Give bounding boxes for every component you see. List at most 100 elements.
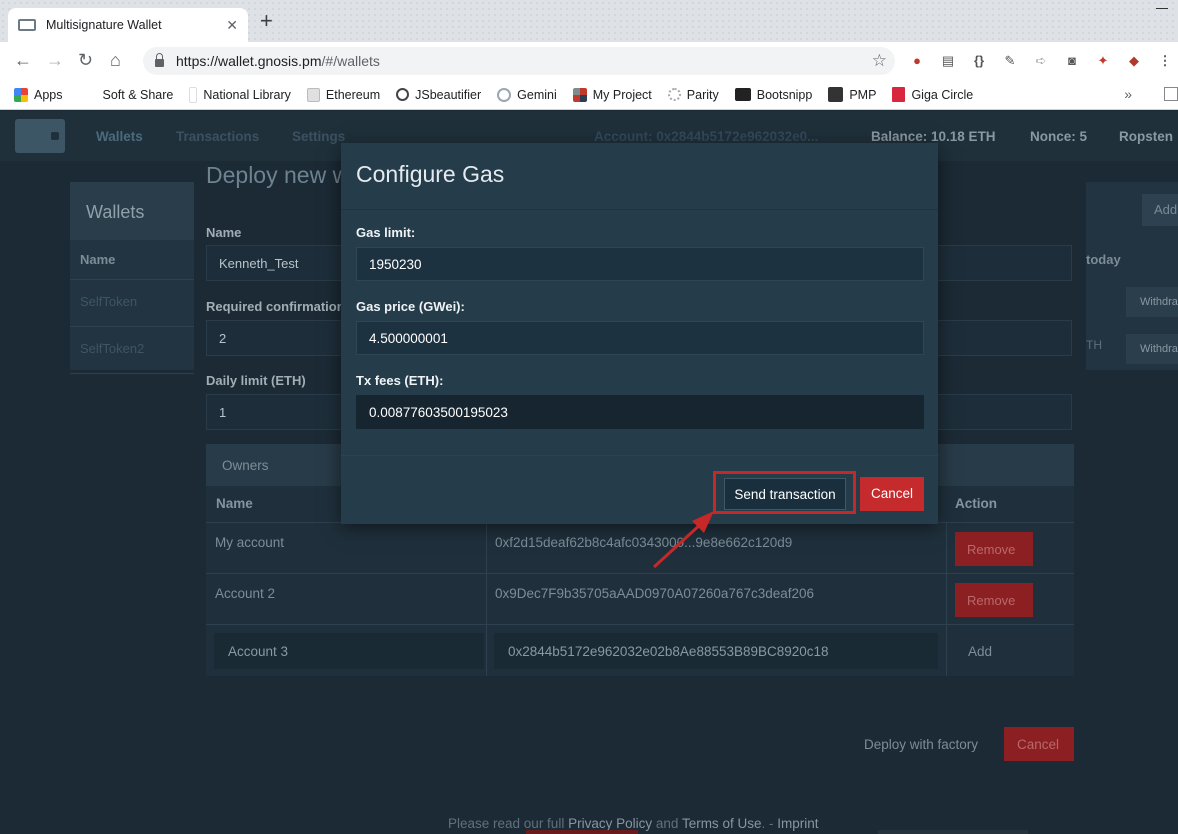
page-icon bbox=[306, 87, 320, 102]
back-arrow-icon[interactable]: ← bbox=[14, 50, 32, 70]
bookmark-star-icon[interactable]: ☆ bbox=[872, 51, 887, 71]
gas-limit-input[interactable]: 1950230 bbox=[356, 247, 924, 281]
bookmark-label: My Project bbox=[592, 87, 652, 102]
bookmark-label: Bootsnipp bbox=[756, 87, 813, 102]
extension-ladybug-icon[interactable]: ● bbox=[908, 52, 926, 70]
nav-network: Ropsten bbox=[1119, 129, 1173, 144]
bookmark-apps[interactable]: Apps bbox=[14, 87, 63, 102]
modal-footer-divider bbox=[341, 455, 938, 456]
add-owner-button[interactable]: Add bbox=[966, 633, 1016, 669]
extension-json-icon[interactable]: {} bbox=[970, 52, 988, 70]
bookmark-pmp[interactable]: PMP bbox=[828, 87, 876, 102]
bookmark-giga-circle[interactable]: Giga Circle bbox=[892, 87, 973, 102]
new-tab-icon[interactable]: + bbox=[260, 10, 273, 32]
withdraw-button[interactable]: Withdraw bbox=[1126, 287, 1178, 317]
more-bookmarks-icon[interactable]: » bbox=[1124, 86, 1132, 102]
lock-icon bbox=[155, 53, 164, 67]
owners-col-action: Action bbox=[955, 496, 997, 511]
browser-tab-strip: Multisignature Wallet ✕ + bbox=[0, 0, 1178, 42]
bookmark-label: Giga Circle bbox=[911, 87, 974, 102]
col-today: today bbox=[1086, 252, 1121, 267]
footer-highlight-bar bbox=[526, 830, 638, 834]
cancel-deploy-button[interactable]: Cancel bbox=[1004, 727, 1074, 761]
wallet-row[interactable]: SelfToken2 bbox=[70, 327, 194, 374]
privacy-policy-link[interactable]: Privacy Policy bbox=[568, 816, 652, 831]
nav-settings[interactable]: Settings bbox=[292, 129, 345, 144]
new-owner-name-input[interactable]: Account 3 bbox=[214, 633, 484, 669]
wallets-panel: Wallets Name SelfToken SelfToken2 bbox=[70, 182, 194, 374]
extension-camera-icon[interactable]: ◙ bbox=[1063, 52, 1081, 70]
confirmations-label: Required confirmations bbox=[206, 299, 352, 314]
nav-nonce: Nonce: 5 bbox=[1030, 129, 1088, 144]
minimize-window-icon[interactable] bbox=[1156, 8, 1168, 9]
reload-icon[interactable]: ↻ bbox=[78, 50, 93, 70]
footer-text: and bbox=[655, 816, 679, 831]
wallet-logo-icon[interactable] bbox=[15, 119, 65, 153]
owner-row: Account 2 0x9Dec7F9b35705aAAD0970A07260a… bbox=[206, 573, 1074, 624]
project-icon bbox=[572, 87, 587, 102]
wallets-panel-title: Wallets bbox=[70, 182, 194, 240]
bookmark-label: Ethereum bbox=[325, 87, 381, 102]
bookmark-ethereum[interactable]: Ethereum bbox=[306, 87, 381, 102]
tx-fees-label: Tx fees (ETH): bbox=[356, 373, 444, 388]
owner-address: 0x9Dec7F9b35705aAAD0970A07260a767c3deaf2… bbox=[495, 586, 815, 601]
owner-name: My account bbox=[215, 535, 285, 550]
extension-shield-icon[interactable]: ◆ bbox=[1125, 52, 1143, 70]
bookmark-label: Gemini bbox=[517, 87, 557, 102]
other-bookmarks-icon[interactable] bbox=[1164, 87, 1178, 101]
forward-arrow-icon[interactable]: → bbox=[46, 50, 64, 70]
withdraw-button[interactable]: Withdraw bbox=[1126, 334, 1178, 364]
bookmark-national-library[interactable]: National Library bbox=[189, 86, 291, 103]
close-tab-icon[interactable]: ✕ bbox=[226, 17, 238, 34]
bookmark-gemini[interactable]: Gemini bbox=[497, 87, 557, 102]
terms-of-use-link[interactable]: Terms of Use bbox=[682, 816, 762, 831]
home-icon[interactable]: ⌂ bbox=[110, 50, 121, 70]
extension-arrow-icon[interactable]: ➪ bbox=[1032, 52, 1050, 70]
bookmark-jsbeautifier[interactable]: JSbeautifier bbox=[396, 88, 481, 102]
bookmark-bootsnipp[interactable]: Bootsnipp bbox=[734, 87, 813, 102]
eth-fragment: TH bbox=[1086, 338, 1102, 352]
new-owner-row: Account 3 0x2844b5172e962032e02b8Ae88553… bbox=[206, 624, 1074, 675]
modal-title: Configure Gas bbox=[356, 161, 505, 187]
url-text: https://wallet.gnosis.pm/#/wallets bbox=[176, 53, 380, 69]
page-icon bbox=[189, 86, 198, 103]
configure-gas-modal: Configure Gas Gas limit: 1950230 Gas pri… bbox=[341, 143, 938, 524]
bookmark-soft-share[interactable]: Soft & Share bbox=[103, 88, 174, 102]
cancel-button[interactable]: Cancel bbox=[860, 477, 924, 511]
wallets-col-name: Name bbox=[70, 240, 194, 280]
nav-transactions[interactable]: Transactions bbox=[176, 129, 259, 144]
extension-red-icon[interactable]: ✦ bbox=[1094, 52, 1112, 70]
bookmark-parity[interactable]: Parity bbox=[667, 88, 719, 102]
tab-title: Multisignature Wallet bbox=[46, 18, 162, 32]
extension-pen-icon[interactable]: ✎ bbox=[1001, 52, 1019, 70]
daily-limit-label: Daily limit (ETH) bbox=[206, 373, 306, 388]
gas-price-label: Gas price (GWei): bbox=[356, 299, 465, 314]
apps-grid-icon bbox=[14, 87, 28, 102]
new-owner-address-input[interactable]: 0x2844b5172e962032e02b8Ae88553B89BC8920c… bbox=[494, 633, 938, 669]
wallet-favicon-icon bbox=[18, 19, 36, 31]
remove-owner-button[interactable]: Remove bbox=[955, 583, 1033, 617]
owl-icon bbox=[396, 88, 410, 101]
footer-separator: . - bbox=[761, 816, 774, 831]
deploy-with-factory-button[interactable]: Deploy with factory bbox=[864, 737, 978, 752]
pmp-icon bbox=[828, 87, 844, 102]
bookmark-label: Soft & Share bbox=[102, 87, 174, 102]
column-divider bbox=[486, 522, 487, 676]
imprint-link[interactable]: Imprint bbox=[777, 816, 818, 831]
nav-balance: Balance: 10.18 ETH bbox=[871, 129, 996, 144]
nav-account: Account: 0x2844b5172e962032e0... bbox=[594, 129, 819, 144]
nav-wallets[interactable]: Wallets bbox=[96, 129, 143, 144]
remove-owner-button[interactable]: Remove bbox=[955, 532, 1033, 566]
bookmarks-bar: Apps Soft & Share National Library Ether… bbox=[0, 80, 1178, 110]
address-bar[interactable]: https://wallet.gnosis.pm/#/wallets ☆ bbox=[143, 47, 895, 75]
browser-menu-icon[interactable]: ⋮ bbox=[1156, 52, 1174, 70]
extension-translate-icon[interactable]: ▤ bbox=[939, 52, 957, 70]
wallet-row[interactable]: SelfToken bbox=[70, 280, 194, 327]
add-wallet-button[interactable]: Add bbox=[1142, 194, 1178, 226]
footer-text: Please read our full bbox=[448, 816, 565, 831]
footer: Please read our full Privacy Policy and … bbox=[448, 816, 819, 831]
bookmark-my-project[interactable]: My Project bbox=[572, 87, 652, 102]
browser-tab[interactable]: Multisignature Wallet ✕ bbox=[8, 8, 248, 42]
gas-price-input[interactable]: 4.500000001 bbox=[356, 321, 924, 355]
highlight-box bbox=[713, 471, 856, 514]
